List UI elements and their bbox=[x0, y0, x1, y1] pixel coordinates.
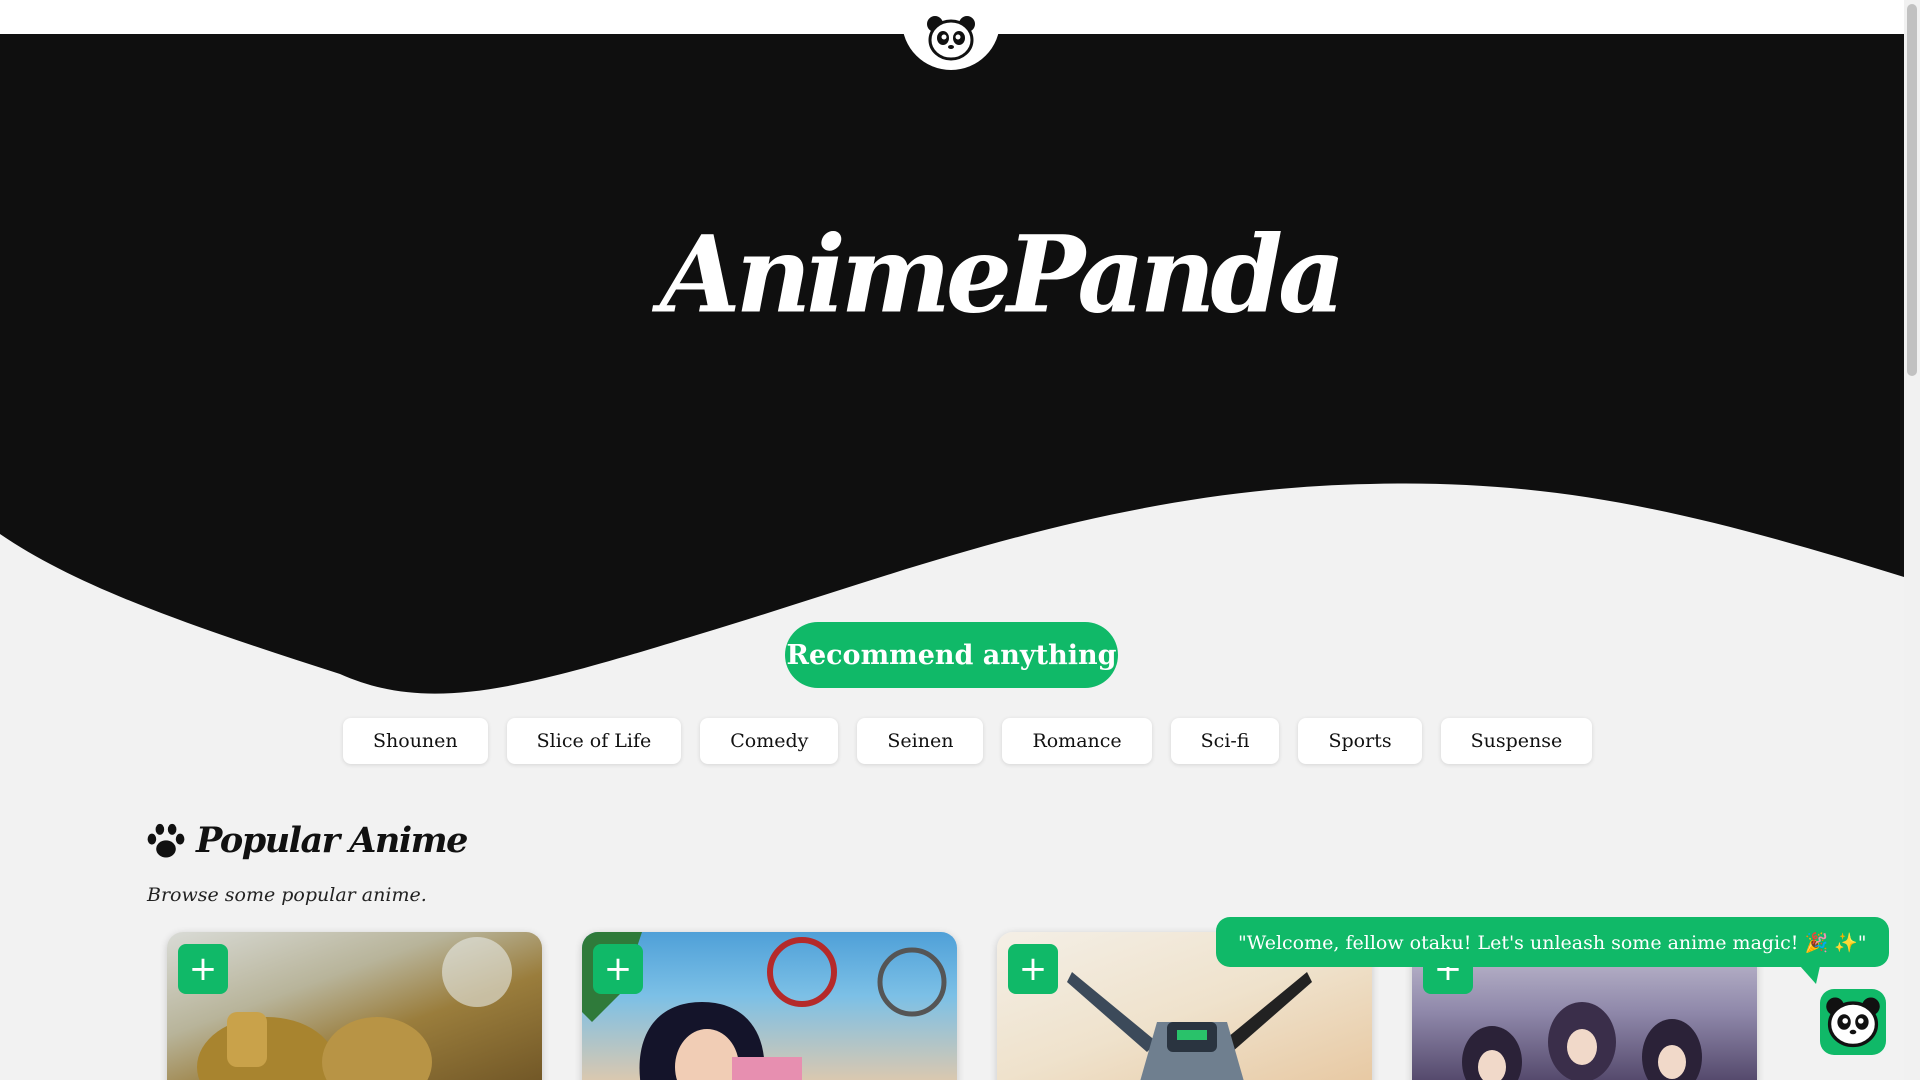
genre-romance[interactable]: Romance bbox=[1002, 718, 1152, 764]
scrollbar-thumb[interactable] bbox=[1907, 4, 1917, 376]
add-to-list-button[interactable]: + bbox=[178, 944, 228, 994]
recommend-anything-button[interactable]: Recommend anything bbox=[785, 622, 1118, 688]
add-to-list-button[interactable]: + bbox=[1008, 944, 1058, 994]
page-scrollbar[interactable] bbox=[1904, 0, 1920, 1080]
chat-bubble-tail bbox=[1800, 966, 1820, 984]
section-subtitle: Browse some popular anime. bbox=[147, 884, 427, 906]
genre-sci-fi[interactable]: Sci-fi bbox=[1170, 718, 1280, 764]
genre-seinen[interactable]: Seinen bbox=[857, 718, 984, 764]
genre-list: Shounen Slice of Life Comedy Seinen Roma… bbox=[343, 718, 1593, 764]
panda-icon bbox=[927, 16, 975, 61]
mascot-chat-bubble: "Welcome, fellow otaku! Let's unleash so… bbox=[1216, 917, 1889, 967]
genre-slice-of-life[interactable]: Slice of Life bbox=[506, 718, 682, 764]
add-to-list-button[interactable]: + bbox=[593, 944, 643, 994]
logo-text: AnimePanda bbox=[660, 211, 1346, 338]
genre-sports[interactable]: Sports bbox=[1298, 718, 1422, 764]
section-title: Popular Anime bbox=[196, 820, 468, 861]
anime-card[interactable]: + bbox=[582, 932, 957, 1080]
hero-banner bbox=[0, 34, 1904, 694]
mascot-chat-button[interactable] bbox=[1820, 989, 1886, 1055]
genre-shounen[interactable]: Shounen bbox=[343, 718, 488, 764]
genre-comedy[interactable]: Comedy bbox=[700, 718, 839, 764]
popular-anime-heading: Popular Anime bbox=[146, 820, 468, 861]
anime-card[interactable]: + bbox=[167, 932, 542, 1080]
genre-suspense[interactable]: Suspense bbox=[1440, 718, 1593, 764]
paw-icon bbox=[147, 823, 185, 858]
panda-icon bbox=[1826, 997, 1880, 1048]
site-logo[interactable]: AnimePanda bbox=[660, 215, 1346, 335]
